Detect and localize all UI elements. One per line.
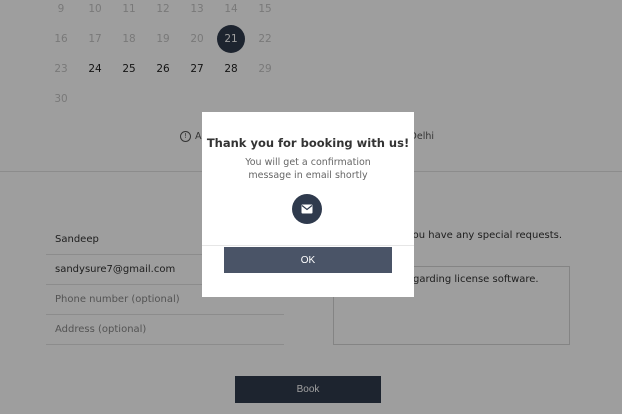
ok-button[interactable]: OK	[224, 247, 392, 273]
modal-title: Thank you for booking with us!	[206, 136, 410, 150]
modal-divider	[202, 245, 414, 246]
mail-icon	[292, 194, 322, 224]
modal-message: You will get a confirmation message in e…	[245, 157, 371, 181]
booking-page: 9 10 11 12 13 14 15 16 17 18 19 20 21 22 23 24 25 26 27 28 2…	[0, 0, 622, 414]
booking-confirmation-modal: Thank you for booking with us! You will …	[202, 112, 414, 297]
